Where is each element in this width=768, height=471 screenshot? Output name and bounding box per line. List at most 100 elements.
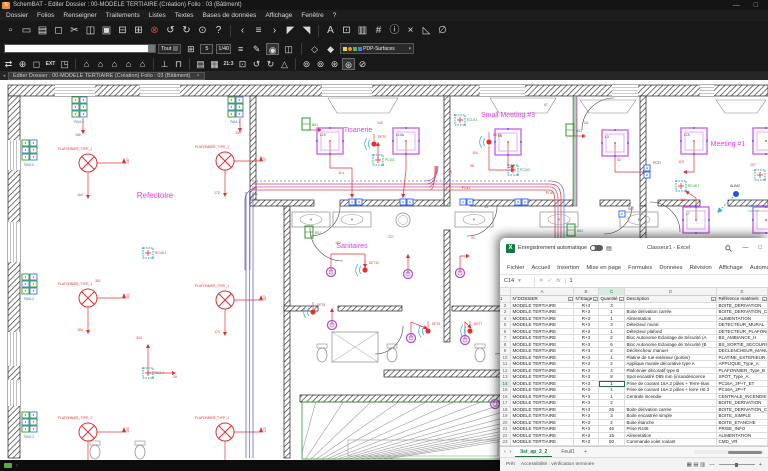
outlet-symbol[interactable] — [400, 199, 413, 205]
excel-maximize-button[interactable]: □ — [758, 245, 762, 251]
new-icon[interactable]: ▫ — [3, 23, 18, 38]
save-icon[interactable]: ▤ — [606, 245, 612, 252]
grid-toggle-icon[interactable]: ⊞ — [184, 43, 197, 55]
pin-icon[interactable]: ◉ — [266, 43, 279, 55]
zoom-doc-icon[interactable]: ◳ — [58, 58, 71, 70]
outlet-symbol[interactable] — [349, 199, 362, 205]
cell[interactable]: Commande volet roulant — [625, 439, 717, 446]
menu-listes[interactable]: Listes — [149, 12, 166, 19]
row-header-23[interactable]: 23 — [500, 439, 511, 446]
horizontal-scrollbar[interactable] — [694, 450, 764, 454]
cartouche-icon[interactable]: ⊡ — [339, 23, 354, 38]
search-go-button[interactable] — [148, 45, 155, 52]
menu-fen-tre[interactable]: Fenêtre — [301, 12, 323, 19]
paste-icon[interactable]: ▣ — [99, 23, 114, 38]
scale-value-box[interactable]: 1/40 — [216, 44, 231, 54]
home-filled-icon[interactable]: ⌂ — [94, 58, 107, 70]
cell[interactable]: CMD_VR — [717, 439, 768, 446]
filter-dropdown[interactable]: Tout — [158, 44, 181, 54]
ribbon-tab-donn-es[interactable]: Données — [659, 265, 682, 271]
sheet-tab-active[interactable]: list_ap_2_2 — [515, 447, 552, 457]
menu-traitements[interactable]: Traitements — [106, 12, 140, 19]
library-icon[interactable]: ◫ — [282, 43, 295, 55]
zoom-window-icon[interactable]: ◻ — [30, 58, 43, 70]
outlet-off-icon[interactable]: ⊘ — [356, 58, 369, 70]
cell[interactable]: MODELE TERTIAIRE — [511, 439, 574, 446]
probe-socket-icon[interactable]: ⊓ — [172, 58, 185, 70]
measure-icon[interactable]: ◺ — [419, 23, 434, 38]
autosave-toggle[interactable] — [590, 245, 603, 251]
scale-21-icon[interactable]: 21:3 — [222, 58, 235, 70]
center-icon[interactable]: ⊙ — [195, 23, 210, 38]
open-icon[interactable]: ▭ — [19, 23, 34, 38]
layer-front-icon[interactable]: ◇ — [308, 43, 321, 55]
erase-icon[interactable]: × — [403, 23, 418, 38]
pencil-icon[interactable]: ✎ — [250, 43, 263, 55]
name-box[interactable]: C14 ▾ — [500, 278, 534, 284]
menu-folios[interactable]: Folios — [37, 12, 54, 19]
excel-minimize-button[interactable]: — — [742, 245, 748, 251]
help-icon[interactable]: ? — [211, 23, 226, 38]
minimize-button[interactable]: — — [733, 2, 740, 9]
zoom-out-button[interactable]: — — [709, 462, 715, 468]
tab-scroll-left[interactable]: ◂ — [0, 73, 8, 79]
ribbon-tab-affichage[interactable]: Affichage — [719, 265, 743, 271]
home-link-icon[interactable]: ⌂ — [136, 58, 149, 70]
pointer-b-icon[interactable]: ◥ — [299, 23, 314, 38]
layer-select[interactable]: PDP-Surfaces ▾ — [340, 43, 414, 54]
info-icon[interactable]: ⓘ — [387, 23, 402, 38]
outlet-symbol[interactable] — [460, 199, 473, 205]
formula-cancel-icon[interactable]: ✕ — [539, 278, 544, 284]
move-symbol-icon[interactable]: ⊡ — [236, 58, 249, 70]
menu-bases-de-donn-es[interactable]: Bases de données — [203, 12, 257, 19]
cut-icon[interactable]: ✂ — [67, 23, 82, 38]
zoom-in-button[interactable]: + — [759, 462, 762, 468]
zoom-slider[interactable] — [719, 464, 755, 465]
pointer-a-icon[interactable]: ◤ — [283, 23, 298, 38]
home-open-icon[interactable]: ⌂ — [108, 58, 121, 70]
sheet-prev-icon[interactable]: ‹ — [504, 449, 506, 455]
rotate-left-icon[interactable]: ↺ — [250, 58, 263, 70]
search-icon[interactable] — [725, 245, 732, 252]
outlet-symbol[interactable] — [515, 199, 528, 205]
home-up-icon[interactable]: ⌂ — [122, 58, 135, 70]
ribbon-tab-mise-en-page[interactable]: Mise en page — [586, 265, 621, 271]
clipboard-icon[interactable]: ▥ — [355, 23, 370, 38]
filter-icon[interactable]: ▾ — [593, 297, 598, 302]
layer-back-icon[interactable]: ◆ — [324, 43, 337, 55]
add-sheet-button[interactable]: + — [584, 449, 587, 455]
filter-icon[interactable]: ▾ — [711, 297, 716, 302]
probe-ground-icon[interactable]: ⊥ — [158, 58, 171, 70]
folio-list-icon[interactable]: ≡ — [251, 23, 266, 38]
outlet-b-icon[interactable]: ⊚ — [314, 58, 327, 70]
text-icon[interactable]: A — [323, 23, 338, 38]
outlet-d-icon[interactable]: ⊛ — [342, 58, 355, 70]
list-cables-icon[interactable]: ▦ — [208, 58, 221, 70]
sheet-next-icon[interactable]: › — [510, 449, 512, 455]
pan-icon[interactable]: ⇄ — [2, 58, 15, 70]
filter-icon[interactable]: ▾ — [619, 297, 624, 302]
menu-dossier[interactable]: Dossier — [6, 12, 28, 19]
formula-value[interactable]: 1 — [565, 278, 768, 284]
name-box-caret[interactable]: ▾ — [518, 278, 521, 284]
view-buttons[interactable]: ▦ ▤ ▥ — [687, 462, 706, 468]
outlet-c-icon[interactable]: ⊛ — [328, 58, 341, 70]
list-equipment-icon[interactable]: ▤ — [194, 58, 207, 70]
ribbon-tab-accueil[interactable]: Accueil — [531, 265, 550, 271]
search-input[interactable] — [4, 44, 156, 53]
ribbon-tab-fichier[interactable]: Fichier — [507, 265, 524, 271]
ribbon-tab-formules[interactable]: Formules — [628, 265, 652, 271]
sheet-tab-feuil1[interactable]: Feuil1 — [556, 447, 580, 457]
next-folio-icon[interactable]: › — [267, 23, 282, 38]
prev-folio-icon[interactable]: ‹ — [235, 23, 250, 38]
fit-icon[interactable]: ⊕ — [16, 58, 29, 70]
angle-icon[interactable]: △ — [278, 58, 291, 70]
delete-icon[interactable]: ⊗ — [147, 23, 162, 38]
line-style-icon[interactable]: ≡ — [234, 43, 247, 55]
copy-icon[interactable]: ◫ — [83, 23, 98, 38]
home-plain-icon[interactable]: ⌂ — [80, 58, 93, 70]
print-icon[interactable]: ⊟ — [115, 23, 130, 38]
menu-?[interactable]: ? — [333, 12, 337, 19]
document-tab[interactable]: Editer Dossier : 00-MODELE TERTIAIRE (Cr… — [8, 72, 205, 80]
undo-icon[interactable]: ↺ — [163, 23, 178, 38]
